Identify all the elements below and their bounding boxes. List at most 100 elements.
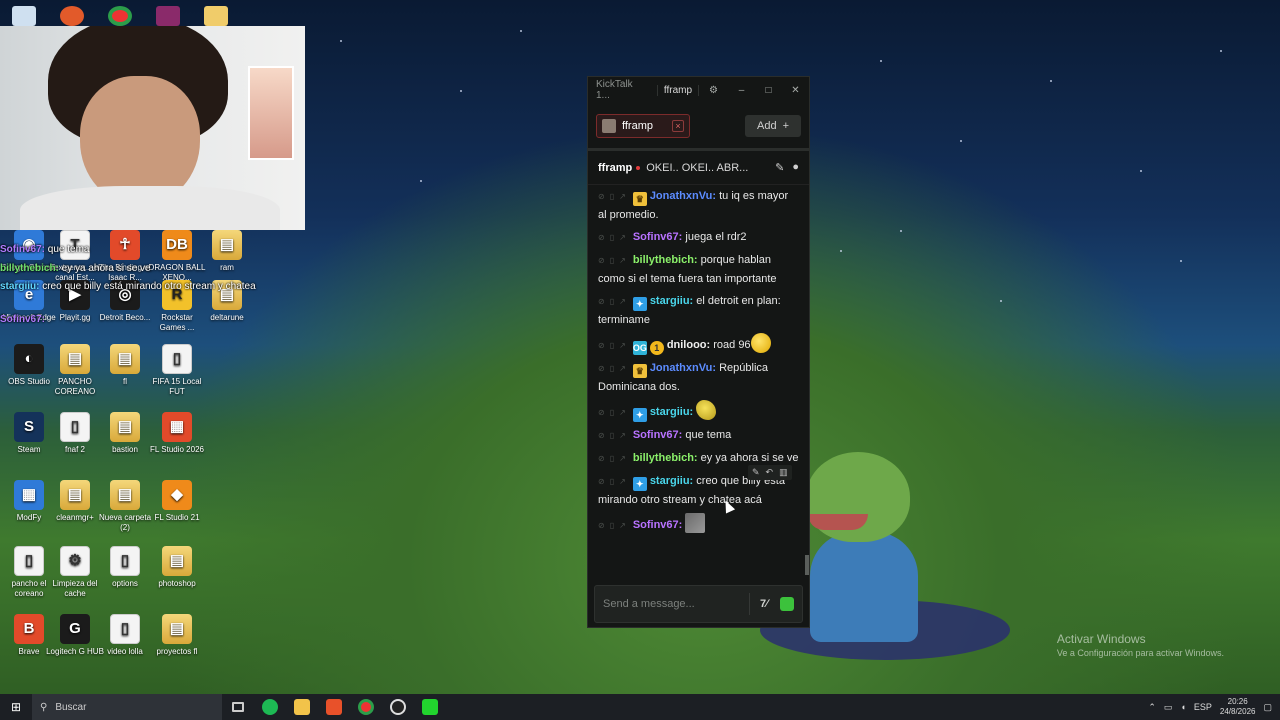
pin-icon[interactable]: ✎: [775, 161, 784, 174]
channel-name[interactable]: fframp: [598, 162, 632, 174]
clock[interactable]: 20:26 24/8/2026: [1220, 697, 1256, 717]
desktop-icon[interactable]: ▯ video lolla: [96, 614, 154, 657]
chat-username[interactable]: JonathxnVu:: [650, 190, 716, 202]
desktop-icon[interactable]: ▦ FL Studio 2026: [148, 412, 206, 455]
chat-message[interactable]: ⊘▯↗ ♛ JonathxnVu: República Dominicana dos…: [598, 359, 799, 396]
user-icon[interactable]: ●: [792, 161, 799, 174]
fruit-app-icon[interactable]: [60, 6, 84, 26]
message-actions-icon[interactable]: ⊘▯↗: [598, 337, 631, 355]
chat-message[interactable]: ⊘▯↗ Sofinv67: que tema: [598, 426, 799, 445]
overlay-text: que tema: [45, 244, 90, 255]
activation-watermark: Activar Windows Ve a Configuración para …: [1057, 632, 1224, 658]
chat-username[interactable]: stargiiu:: [650, 406, 693, 418]
desktop-icon[interactable]: ☥ The Binding of Isaac R...: [96, 230, 154, 283]
search-label: Buscar: [55, 701, 87, 713]
file-explorer-icon[interactable]: [286, 694, 318, 720]
desktop-icon[interactable]: ▤ fl: [96, 344, 154, 387]
chrome-icon[interactable]: [108, 6, 132, 26]
message-actions-icon[interactable]: ⊘▯↗: [598, 252, 631, 270]
desktop-app-icon: ▤: [212, 230, 242, 260]
desktop-icon-label: bastion: [112, 445, 138, 454]
desktop-icon[interactable]: ▤ photoshop: [148, 546, 206, 589]
windows-start-icon[interactable]: ⊞: [0, 700, 32, 714]
chat-text: ey ya ahora si se ve: [697, 452, 799, 464]
overlay-chat-line: billythebich: ey ya ahora si se ve: [0, 263, 151, 274]
volume-icon[interactable]: ◖: [1180, 702, 1185, 712]
add-channel-button[interactable]: Add +: [745, 114, 801, 137]
desktop-icon[interactable]: ▤ bastion: [96, 412, 154, 455]
message-input[interactable]: Send a message...: [603, 598, 739, 610]
chat-username[interactable]: billythebich:: [633, 452, 698, 464]
message-actions-icon[interactable]: ⊘▯↗: [598, 360, 631, 378]
streamer-shirt: [20, 186, 280, 230]
brave-icon[interactable]: [318, 694, 350, 720]
kick-icon[interactable]: [414, 694, 446, 720]
folder-icon[interactable]: [204, 6, 228, 26]
close-icon[interactable]: ✕: [782, 85, 809, 96]
obs-icon[interactable]: [382, 694, 414, 720]
chat-username[interactable]: stargiiu:: [650, 295, 693, 307]
desktop-icon[interactable]: ▯ options: [96, 546, 154, 589]
pin-message-icon[interactable]: ✎: [752, 467, 760, 478]
desktop-icon[interactable]: ▯ FIFA 15 Local FUT: [148, 344, 206, 397]
emote-picker-icon[interactable]: [780, 597, 794, 611]
chevron-up-icon[interactable]: ⌃: [1148, 702, 1156, 713]
desktop-app-icon: ▤: [162, 614, 192, 644]
reply-icon[interactable]: ↶: [766, 467, 774, 478]
chrome-taskbar-icon[interactable]: [350, 694, 382, 720]
add-label: Add: [756, 119, 777, 132]
desktop-icon[interactable]: ◆ FL Studio 21: [148, 480, 206, 523]
message-actions-icon[interactable]: ⊘▯↗: [598, 473, 631, 491]
subscriber-badge-icon: ✦: [632, 477, 647, 491]
desktop-icon[interactable]: ▤ Nueva carpeta (2): [96, 480, 154, 533]
chat-message[interactable]: ⊘▯↗ ✦ stargiiu: el detroit en plan: termin…: [598, 292, 799, 329]
chat-messages[interactable]: ⊘▯↗ ♛ JonathxnVu: tu iq es mayor al promed…: [588, 187, 809, 579]
chat-username[interactable]: billythebich:: [633, 254, 698, 266]
chat-message[interactable]: ⊘▯↗ ✦ stargiiu:: [598, 400, 799, 422]
copy-icon[interactable]: ▥: [779, 467, 788, 478]
chat-message[interactable]: ⊘▯↗ OG 1 dnilooo: road 96: [598, 333, 799, 355]
task-view-icon[interactable]: [222, 694, 254, 720]
notification-icon[interactable]: ▢: [1263, 702, 1272, 713]
desktop-app-icon: ▤: [162, 546, 192, 576]
winrar-icon[interactable]: [156, 6, 180, 26]
pepe-figure: [806, 452, 918, 642]
message-actions-icon[interactable]: ⊘▯↗: [598, 188, 631, 206]
chat-username[interactable]: JonathxnVu:: [650, 362, 716, 374]
message-actions-icon[interactable]: ⊘▯↗: [598, 293, 631, 311]
chat-username[interactable]: Sofinv67:: [633, 429, 683, 441]
tab-fframp[interactable]: fframp ×: [596, 113, 690, 138]
chat-username[interactable]: Sofinv67:: [633, 231, 683, 243]
message-input-bar[interactable]: Send a message... 7∕: [594, 585, 803, 623]
language-label[interactable]: ESP: [1194, 702, 1212, 712]
message-actions-icon[interactable]: ⊘▯↗: [598, 517, 631, 535]
message-actions-icon[interactable]: ⊘▯↗: [598, 450, 631, 468]
gear-icon[interactable]: ⚙: [699, 85, 728, 96]
chat-scrollbar[interactable]: [805, 555, 809, 575]
network-icon[interactable]: ▭: [1164, 702, 1173, 713]
chat-username[interactable]: dnilooo:: [667, 339, 710, 351]
tab-close-icon[interactable]: ×: [672, 119, 684, 132]
kicktalk-window[interactable]: KickTalk 1... fframp ⚙ – □ ✕ fframp × Ad…: [587, 76, 810, 628]
minimize-icon[interactable]: –: [728, 85, 755, 96]
seventv-icon[interactable]: 7∕: [760, 598, 768, 610]
desktop-icon[interactable]: ▤ proyectos fl: [148, 614, 206, 657]
chat-message[interactable]: ⊘▯↗ Sofinv67:: [598, 513, 799, 535]
chat-message[interactable]: ⊘▯↗ Sofinv67: juega el rdr2: [598, 228, 799, 247]
title-channel[interactable]: fframp: [656, 84, 700, 96]
chat-username[interactable]: Sofinv67:: [633, 519, 683, 531]
message-actions-icon[interactable]: ⊘▯↗: [598, 229, 631, 247]
recycle-bin-icon[interactable]: [12, 6, 36, 26]
desktop-icon-label: FL Studio 21: [154, 513, 200, 522]
overlay-username: Sofinv67:: [0, 314, 46, 325]
spotify-icon[interactable]: [254, 694, 286, 720]
chat-message[interactable]: ⊘▯↗ ♛ JonathxnVu: tu iq es mayor al promed…: [598, 187, 799, 224]
taskbar-search[interactable]: ⚲ Buscar: [32, 694, 222, 720]
message-actions-icon[interactable]: ⊘▯↗: [598, 404, 631, 422]
maximize-icon[interactable]: □: [755, 85, 782, 96]
message-actions-icon[interactable]: ⊘▯↗: [598, 427, 631, 445]
chat-message[interactable]: ⊘▯↗ billythebich: porque hablan como si e…: [598, 251, 799, 288]
title-bar[interactable]: KickTalk 1... fframp ⚙ – □ ✕: [588, 77, 809, 103]
desktop-icon[interactable]: ▤ ram: [198, 230, 256, 273]
chat-username[interactable]: stargiiu:: [650, 475, 693, 487]
